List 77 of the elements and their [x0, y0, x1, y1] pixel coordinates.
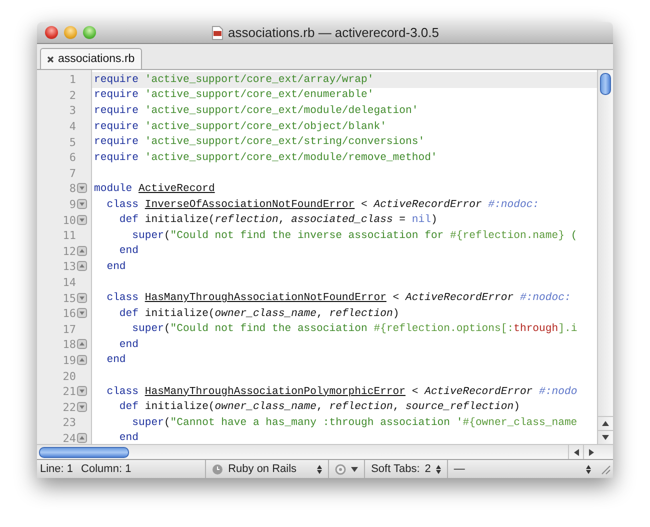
code-line: end [106, 353, 127, 368]
code-line: end [118, 431, 140, 444]
resize-grip-icon[interactable] [599, 463, 611, 475]
column-value: 1 [125, 463, 132, 475]
clock-icon [212, 464, 224, 474]
code-line: def initialize(owner_class_name, reflection, source_reflection) [118, 400, 521, 416]
line-number: 6 [69, 151, 76, 164]
fold-icon[interactable] [77, 402, 87, 412]
fold-icon[interactable] [77, 339, 87, 350]
line-number: 4 [69, 120, 76, 134]
stepper-icon [436, 464, 441, 474]
column-label: Column: [81, 463, 122, 475]
line-number: 19 [62, 354, 76, 367]
fold-icon[interactable] [77, 199, 87, 210]
line-number: 21 [62, 385, 76, 398]
code-line: class HasManyThroughAssociationNotFoundError < ActiveRecordError #:nodoc: [106, 291, 572, 306]
document-icon [212, 26, 223, 40]
line-value: 1 [66, 463, 74, 475]
code-line: require 'active_support/core_ext/enumerable' [93, 88, 375, 104]
line-number: 20 [62, 370, 76, 383]
fold-icon[interactable] [77, 386, 87, 396]
zoom-button[interactable] [83, 26, 96, 39]
line-number: 24 [62, 432, 76, 445]
fold-icon[interactable] [77, 432, 87, 443]
scroll-thumb[interactable] [600, 73, 611, 95]
line-number: 15 [62, 292, 76, 305]
fold-icon[interactable] [77, 183, 87, 194]
fold-icon[interactable] [77, 292, 87, 303]
line-number: 8 [69, 182, 76, 196]
code-line: module ActiveRecord [93, 182, 216, 197]
fold-icon[interactable] [77, 214, 87, 225]
code-line: def initialize(reflection, associated_class = nil) [118, 213, 438, 228]
language-popup[interactable]: Ruby on Rails [206, 460, 328, 478]
line-number: 22 [62, 400, 76, 414]
line-number: 2 [69, 88, 76, 102]
code-line: class InverseOfAssociationNotFoundError < ActiveRecordError #:nodoc: [106, 198, 540, 212]
line-number: 16 [62, 307, 76, 320]
line-label: Line: [40, 463, 64, 475]
code-line: require 'active_support/core_ext/module/delegation' [93, 104, 420, 119]
code-line: def initialize(owner_class_name, reflection) [118, 306, 400, 322]
close-icon[interactable] [47, 56, 54, 62]
code-line: end [118, 338, 140, 353]
fold-icon[interactable] [77, 261, 87, 272]
line-number: 7 [69, 166, 76, 180]
fold-icon[interactable] [77, 246, 87, 256]
line-number: 18 [62, 338, 76, 352]
stepper-icon [317, 464, 322, 474]
scroll-thumb[interactable] [39, 446, 129, 458]
line-number: 3 [69, 104, 76, 118]
line-number: 17 [62, 322, 76, 336]
stepper-icon [586, 464, 591, 474]
caret-icon [351, 466, 358, 472]
file-tab[interactable]: associations.rb [40, 48, 142, 69]
fold-icon[interactable] [77, 354, 87, 365]
line-number: 13 [62, 260, 76, 274]
line-number: 1 [69, 73, 76, 86]
line-number: 10 [62, 214, 76, 227]
code-line: super("Cannot have a has_many :through association '#{owner_class_name [131, 416, 578, 431]
code-line: end [106, 260, 127, 275]
code-line: class HasManyThroughAssociationPolymorphicError < ActiveRecordError #:nodo [106, 384, 578, 400]
code-line: require 'active_support/core_ext/object/blank' [93, 120, 388, 134]
fold-icon[interactable] [77, 308, 87, 318]
line-number: 9 [69, 198, 76, 212]
window-title: associations.rb — activerecord-3.0.5 [228, 25, 439, 40]
code-line: super("Could not find the association #{reflection.options[:through].i [131, 322, 578, 338]
line-number: 12 [62, 244, 76, 258]
line-number: 5 [69, 136, 76, 149]
line-number: 11 [62, 229, 76, 242]
symbol-popup[interactable]: — [448, 460, 597, 478]
code-line: require 'active_support/core_ext/string/conversions' [93, 135, 426, 150]
code-line: super("Could not find the inverse association for #{reflection.name} ( [131, 228, 578, 244]
close-button[interactable] [45, 26, 58, 39]
line-number: 14 [62, 276, 76, 290]
code-line: end [118, 244, 140, 260]
tab-size-popup[interactable]: Soft Tabs: 2 [365, 460, 447, 478]
code-line: require 'active_support/core_ext/module/remove_method' [93, 150, 438, 166]
line-number: 23 [62, 416, 76, 430]
